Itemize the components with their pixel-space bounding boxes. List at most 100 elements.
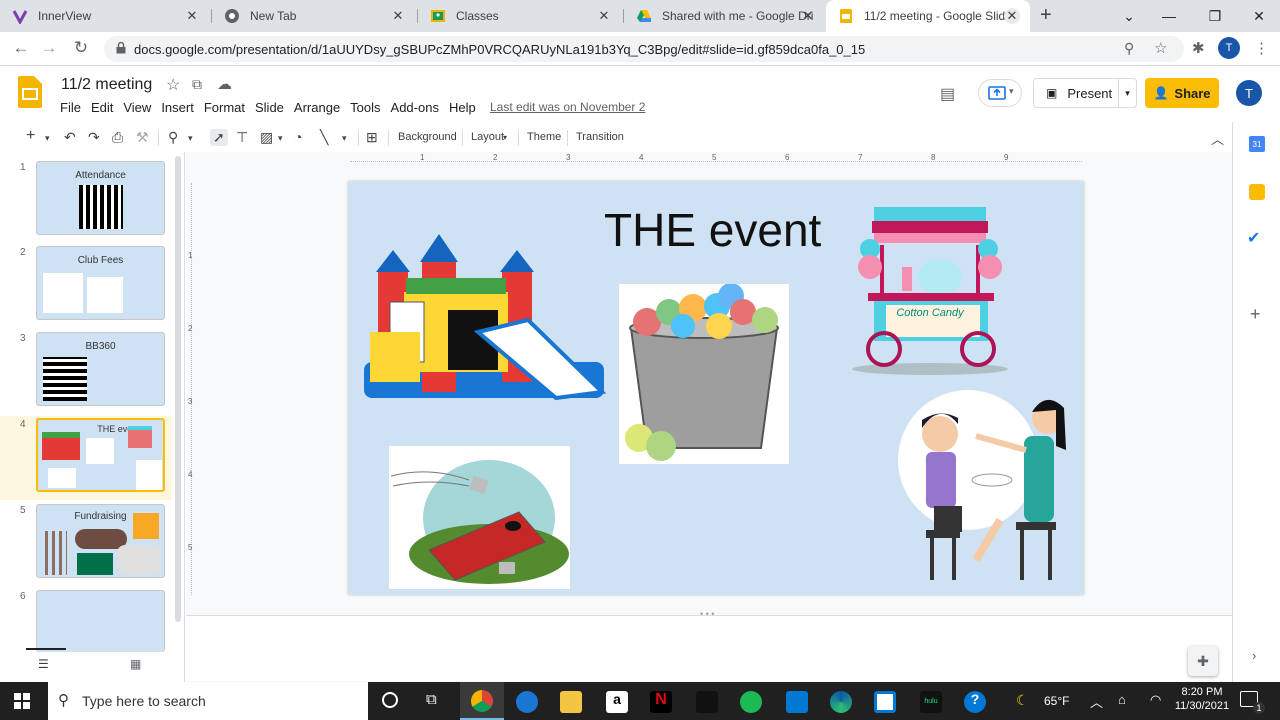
windows-start-icon[interactable] xyxy=(14,693,30,709)
minimize-icon[interactable]: — xyxy=(1146,0,1192,32)
hulu-icon[interactable]: hulu xyxy=(920,691,942,713)
chevron-down-icon[interactable]: ▾ xyxy=(503,133,507,142)
tray-chevron-up-icon[interactable]: ︿ xyxy=(1090,692,1103,711)
menu-addons[interactable]: Add-ons xyxy=(391,100,439,115)
menu-insert[interactable]: Insert xyxy=(161,100,194,115)
redo-icon[interactable]: ↷ xyxy=(88,129,100,146)
side-panel-chevron-icon[interactable]: › xyxy=(1252,648,1256,663)
speaker-notes[interactable]: • • • ✚ xyxy=(186,609,1232,681)
calendar-icon[interactable]: 31 xyxy=(1249,136,1265,152)
water-balloons-image[interactable] xyxy=(619,283,789,464)
tab-new-tab[interactable]: New Tab ✕ xyxy=(212,0,416,32)
line-icon[interactable]: ╲ xyxy=(320,129,328,146)
back-arrow-icon[interactable]: ← xyxy=(10,38,32,58)
chevron-down-icon[interactable]: ▾ xyxy=(278,133,283,144)
filmstrip-scrollbar[interactable] xyxy=(175,156,181,622)
extensions-puzzle-icon[interactable]: ✱ xyxy=(1192,39,1205,57)
weather-temperature[interactable]: 65°F xyxy=(1044,694,1069,708)
menu-view[interactable]: View xyxy=(123,100,151,115)
taskbar-app-icon[interactable] xyxy=(696,691,718,713)
file-explorer-icon[interactable] xyxy=(560,691,582,713)
bounce-house-image[interactable] xyxy=(360,232,606,408)
edge-icon[interactable] xyxy=(830,691,852,713)
profile-avatar[interactable]: T xyxy=(1218,37,1240,59)
text-box-icon[interactable]: ⊤ xyxy=(236,129,248,146)
omnibox[interactable]: docs.google.com/presentation/d/1aUUYDsy_… xyxy=(104,36,1184,62)
slide-title-text[interactable]: THE event xyxy=(604,203,821,257)
menu-format[interactable]: Format xyxy=(204,100,245,115)
tab-classes[interactable]: Classes ✕ xyxy=(418,0,622,32)
document-title[interactable]: 11/2 meeting xyxy=(61,76,152,94)
forward-arrow-icon[interactable]: → xyxy=(38,38,60,58)
microsoft-store-icon[interactable] xyxy=(874,691,896,713)
menu-help[interactable]: Help xyxy=(449,100,476,115)
new-tab-plus-icon[interactable]: + xyxy=(1040,4,1052,27)
slide-thumbnail-3[interactable]: BB360 xyxy=(36,332,165,406)
menu-arrange[interactable]: Arrange xyxy=(294,100,340,115)
netflix-icon[interactable]: N xyxy=(650,691,672,713)
slide-thumbnail-2[interactable]: Club Fees xyxy=(36,246,165,320)
slide-thumbnail-5[interactable]: Fundraising xyxy=(36,504,165,578)
taskbar-chrome-active[interactable] xyxy=(460,682,504,720)
menu-edit[interactable]: Edit xyxy=(91,100,113,115)
select-cursor-icon[interactable]: ➚ xyxy=(210,129,228,146)
clock[interactable]: 8:20 PM 11/30/2021 xyxy=(1174,686,1230,712)
cotton-candy-cart-image[interactable] xyxy=(850,205,1010,377)
filmstrip-view-icon[interactable]: ☰ xyxy=(38,657,49,671)
slides-logo-icon[interactable] xyxy=(18,76,42,108)
collapse-toolbar-chevron-icon[interactable]: ︿ xyxy=(1211,129,1224,148)
slide-thumbnail-6[interactable] xyxy=(36,590,165,652)
zoom-icon[interactable]: ⚲ xyxy=(1124,40,1134,57)
meet-present-button[interactable]: ▾ xyxy=(978,79,1022,107)
transition-button[interactable]: Transition xyxy=(576,131,624,143)
menu-tools[interactable]: Tools xyxy=(350,100,380,115)
help-icon[interactable]: ? xyxy=(964,691,986,713)
star-icon[interactable]: ☆ xyxy=(166,75,180,95)
face-painting-image[interactable] xyxy=(896,390,1068,584)
theme-button[interactable]: Theme xyxy=(527,131,561,143)
last-edit-link[interactable]: Last edit was on November 2 xyxy=(490,100,645,114)
chevron-down-icon[interactable]: ▾ xyxy=(188,133,193,144)
new-slide-plus-icon[interactable]: + xyxy=(26,127,35,145)
bookmark-star-icon[interactable]: ☆ xyxy=(1154,39,1167,57)
grid-view-icon[interactable]: ▦ xyxy=(130,657,141,671)
explore-icon[interactable]: ✚ xyxy=(1188,646,1218,676)
weather-moon-icon[interactable]: ☾ xyxy=(1016,692,1029,709)
resize-handle-icon[interactable]: • • • xyxy=(700,609,714,619)
print-icon[interactable]: ⎙ xyxy=(112,129,123,146)
shape-icon[interactable]: ◔ xyxy=(294,129,302,145)
network-device-icon[interactable]: ⌂ xyxy=(1118,692,1126,707)
amazon-icon[interactable]: a xyxy=(606,691,628,713)
add-comment-icon[interactable]: ⊞ xyxy=(366,129,378,146)
slide-thumbnail-4[interactable]: THE event xyxy=(36,418,165,492)
wifi-icon[interactable]: ◠ xyxy=(1150,692,1161,708)
tasks-icon[interactable]: ✔ xyxy=(1247,228,1260,248)
present-button[interactable]: ▣ Present ▾ xyxy=(1033,78,1137,108)
taskbar-search-box[interactable]: ⚲ Type here to search xyxy=(48,682,368,720)
close-icon[interactable]: ✕ xyxy=(800,8,816,24)
edge-legacy-icon[interactable] xyxy=(516,691,538,713)
share-button[interactable]: 👤 Share xyxy=(1145,78,1219,108)
chevron-down-icon[interactable]: ▾ xyxy=(45,133,50,144)
close-icon[interactable]: ✕ xyxy=(390,8,406,24)
spotify-icon[interactable] xyxy=(740,691,762,713)
move-folder-icon[interactable]: ⧉ xyxy=(192,76,202,93)
account-avatar[interactable]: T xyxy=(1236,80,1262,106)
comments-icon[interactable]: ▤ xyxy=(940,84,955,104)
layout-button[interactable]: Layout xyxy=(471,131,504,143)
close-icon[interactable]: ✕ xyxy=(184,8,200,24)
maximize-icon[interactable]: ❐ xyxy=(1192,0,1238,32)
mail-icon[interactable] xyxy=(786,691,808,713)
zoom-icon[interactable]: ⚲ xyxy=(168,129,178,146)
window-close-icon[interactable]: ✕ xyxy=(1236,0,1280,32)
task-view-icon[interactable]: ⧉ xyxy=(426,691,437,708)
reload-icon[interactable]: ↻ xyxy=(70,38,92,58)
undo-icon[interactable]: ↶ xyxy=(64,129,76,146)
tab-google-drive[interactable]: Shared with me - Google Dri ✕ xyxy=(624,0,826,32)
add-addon-plus-icon[interactable]: + xyxy=(1250,304,1261,325)
image-icon[interactable]: ▨ xyxy=(260,129,273,146)
background-button[interactable]: Background xyxy=(398,131,457,143)
cortana-icon[interactable] xyxy=(382,692,398,708)
paint-format-icon[interactable]: ⚒ xyxy=(136,129,149,146)
present-options-chevron-icon[interactable]: ▾ xyxy=(1118,79,1136,107)
